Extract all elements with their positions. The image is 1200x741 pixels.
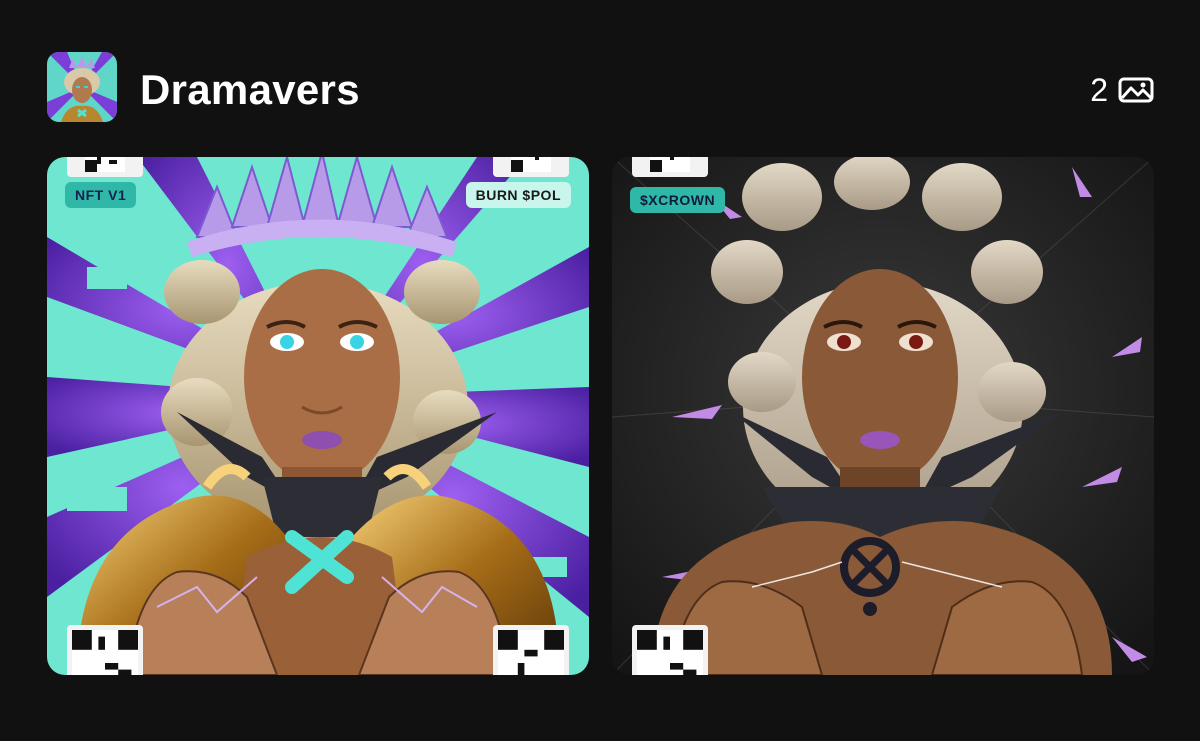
- card-1-qr-bottom-right: [493, 625, 569, 675]
- item-count[interactable]: 2: [1090, 72, 1154, 108]
- collection-title: Dramavers: [140, 66, 360, 113]
- gallery-icon: [1118, 77, 1154, 103]
- item-count-value: 2: [1090, 72, 1108, 108]
- card-2-qr-bottom-left: [632, 625, 708, 675]
- card-2-tag-xcrown: $XCROWN: [630, 187, 726, 213]
- collection-header: Dramavers 2: [47, 52, 1157, 122]
- nft-card-1[interactable]: NFT V1 BURN $POL: [47, 157, 589, 675]
- nft-artwork-1: [47, 157, 589, 675]
- collection-avatar[interactable]: [47, 52, 117, 122]
- card-1-qr-bottom-left: [67, 625, 143, 675]
- nft-artwork-2: [612, 157, 1154, 675]
- nft-card-2[interactable]: $XCROWN: [612, 157, 1154, 675]
- card-1-tag-nft: NFT V1: [65, 182, 137, 208]
- card-1-qr-top-right: [493, 157, 569, 177]
- card-1-tag-burn: BURN $POL: [465, 182, 571, 208]
- card-2-qr-top-left: [632, 157, 708, 177]
- card-1-qr-top-left: [67, 157, 143, 177]
